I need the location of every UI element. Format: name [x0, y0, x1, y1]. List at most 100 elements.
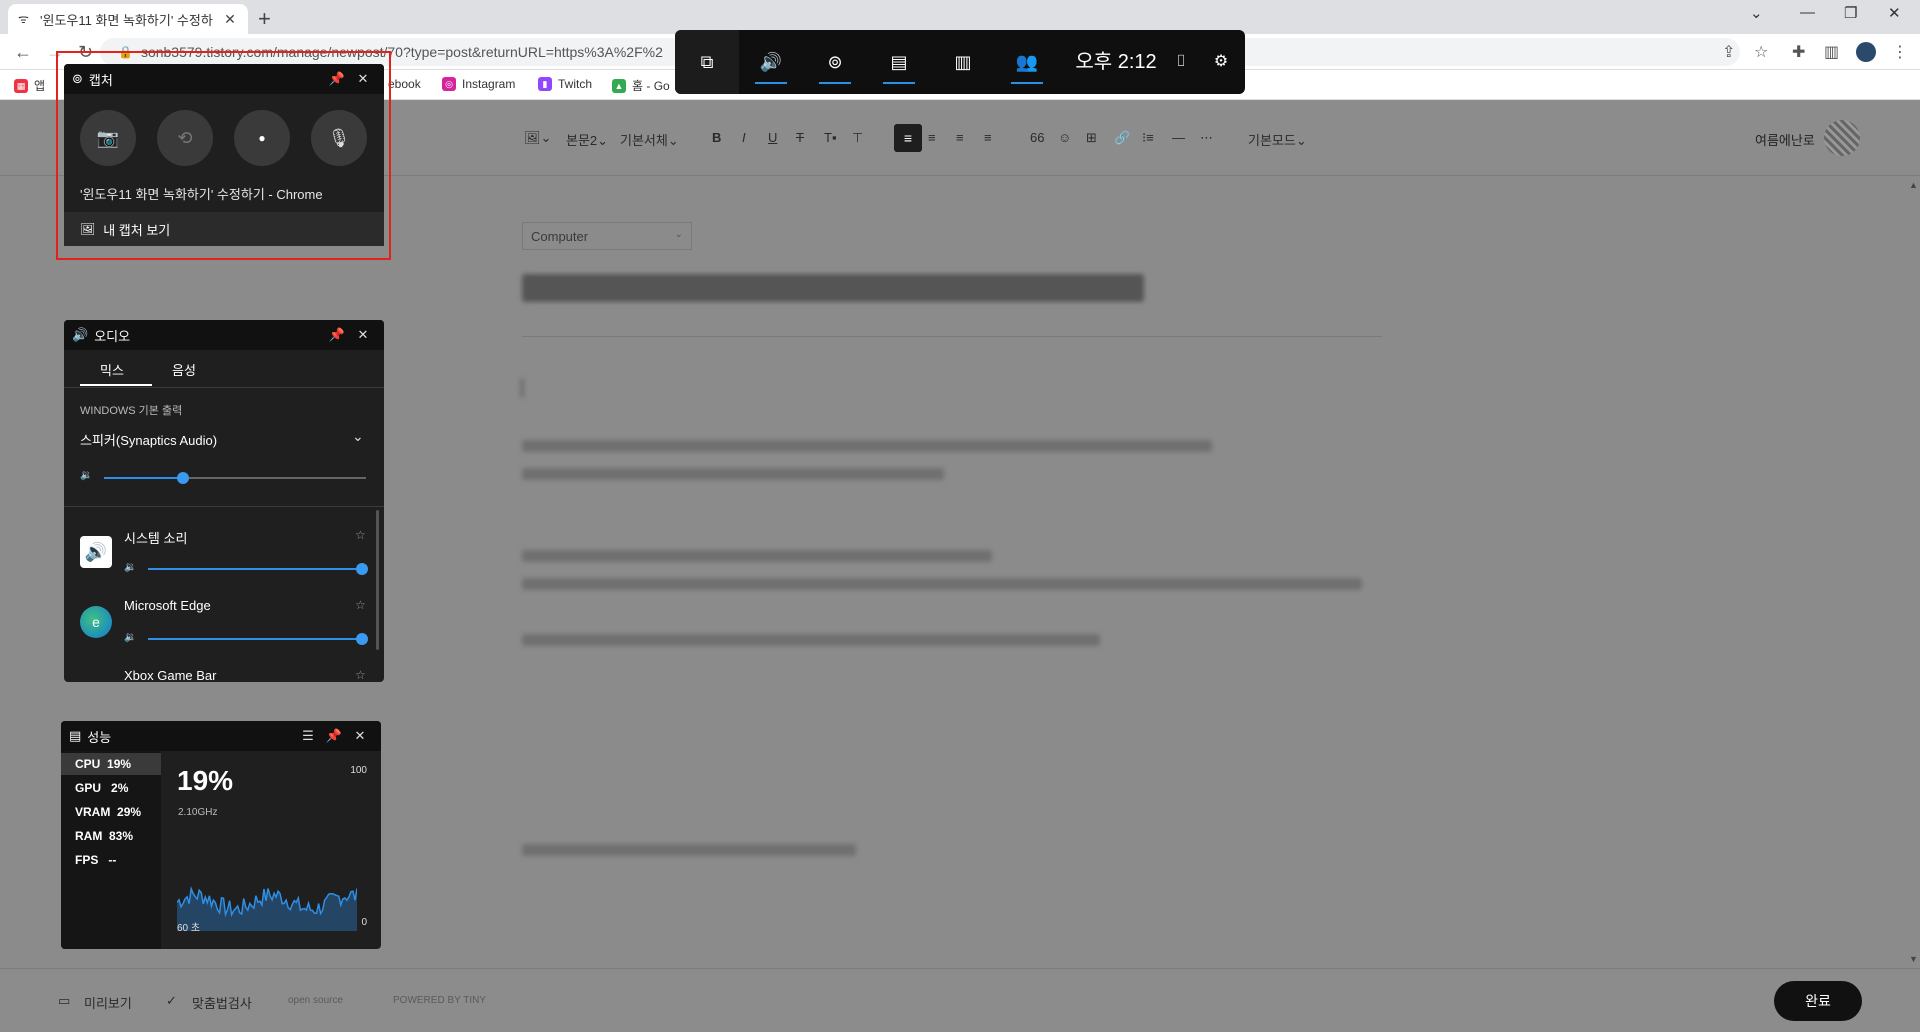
- text-background-icon[interactable]: ⊤: [852, 130, 863, 146]
- performance-widget: ▤ 성능 ☰ 📌 ✕ CPU 19% GPU 2% VRAM 29% RAM 8…: [61, 721, 381, 949]
- tab-close-icon[interactable]: ✕: [222, 11, 238, 28]
- tab-title: '윈도우11 화면 녹화하기' 수정하: [40, 12, 213, 28]
- quote-icon[interactable]: 66: [1030, 130, 1044, 145]
- output-label: WINDOWS 기본 출력: [80, 405, 183, 417]
- close-icon[interactable]: ✕: [347, 728, 373, 744]
- social-widget-toggle-icon[interactable]: 👥: [995, 30, 1059, 94]
- graph-window-label: 60 초: [177, 923, 201, 934]
- metric-gpu[interactable]: GPU 2%: [61, 777, 161, 799]
- bookmark-apps[interactable]: ▦ 앱: [14, 77, 45, 94]
- link-icon[interactable]: 🔗: [1114, 130, 1130, 146]
- tistory-icon: ᯤ: [18, 12, 29, 26]
- paragraph-style-select[interactable]: 본문2⌄: [566, 130, 608, 149]
- capture-widget-toggle-icon[interactable]: ⊚: [803, 30, 867, 94]
- master-volume-slider[interactable]: [104, 472, 366, 484]
- output-device-select[interactable]: 스피커(Synaptics Audio): [80, 430, 217, 449]
- favorite-star-icon[interactable]: ☆: [355, 668, 366, 682]
- tab-search-icon[interactable]: ⌄: [1750, 4, 1763, 22]
- spellcheck-button[interactable]: 맞춤법검사: [192, 993, 252, 1012]
- bookmark-google[interactable]: ▲ 홈 - Go: [612, 77, 670, 94]
- pin-icon[interactable]: 📌: [321, 728, 347, 744]
- google-drive-icon: ▲: [612, 78, 626, 93]
- app-volume-slider[interactable]: [148, 633, 368, 645]
- bookmark-facebook[interactable]: ebook: [388, 77, 421, 91]
- done-button[interactable]: 완료: [1774, 981, 1862, 1021]
- share-icon[interactable]: ⇪: [1722, 42, 1735, 62]
- tab-mix[interactable]: 믹스: [100, 360, 124, 379]
- bookmark-instagram[interactable]: ◎ Instagram: [442, 77, 515, 91]
- more-icon[interactable]: ⋯: [1200, 130, 1213, 146]
- game-bar: ⧉ 🔊 ⊚ ▤ ▥ 👥 오후 2:12 ⌷ ⚙: [675, 30, 1245, 94]
- browser-tab[interactable]: ᯤ '윈도우11 화면 녹화하기' 수정하 ✕: [8, 4, 248, 34]
- metric-fps[interactable]: FPS --: [61, 849, 161, 871]
- widget-menu-icon[interactable]: ⧉: [675, 30, 739, 94]
- instagram-icon: ◎: [442, 77, 456, 91]
- back-icon[interactable]: ←: [14, 42, 32, 63]
- bookmark-star-icon[interactable]: ☆: [1754, 42, 1768, 62]
- strikethrough-icon[interactable]: T: [796, 130, 804, 145]
- body-line-blurred: [522, 440, 1212, 452]
- list-icon[interactable]: ⁝≡: [1142, 130, 1154, 146]
- volume-icon[interactable]: 🔉: [124, 562, 136, 573]
- bold-icon[interactable]: B: [712, 130, 721, 145]
- close-window-button[interactable]: ✕: [1888, 4, 1901, 22]
- close-icon[interactable]: ✕: [350, 327, 376, 343]
- restore-button[interactable]: ❐: [1844, 4, 1857, 22]
- align-justify-icon[interactable]: ≡: [984, 130, 992, 145]
- font-select[interactable]: 기본서체⌄: [620, 130, 679, 149]
- open-source-link[interactable]: open source: [288, 995, 343, 1006]
- minimize-button[interactable]: —: [1800, 4, 1815, 21]
- bookmark-twitch[interactable]: ▮ Twitch: [538, 77, 592, 91]
- divider-icon[interactable]: —: [1172, 130, 1185, 145]
- slider-knob[interactable]: [356, 563, 368, 575]
- favorite-star-icon[interactable]: ☆: [355, 528, 366, 542]
- pin-icon[interactable]: 📌: [324, 327, 350, 343]
- metric-ram[interactable]: RAM 83%: [61, 825, 161, 847]
- metric-cpu[interactable]: CPU 19%: [61, 753, 161, 775]
- powered-by-label: POWERED BY TINY: [393, 995, 486, 1006]
- align-center-icon[interactable]: ≡: [928, 130, 936, 145]
- audio-scrollbar[interactable]: [376, 510, 379, 650]
- align-left-icon[interactable]: ≡: [894, 124, 922, 152]
- text-color-icon[interactable]: T▪: [824, 130, 837, 145]
- performance-widget-toggle-icon[interactable]: ▤: [867, 30, 931, 94]
- chevron-down-icon[interactable]: ⌄: [352, 428, 364, 445]
- app-name: Microsoft Edge: [124, 598, 211, 613]
- preview-icon: ▭: [58, 993, 71, 1008]
- table-icon[interactable]: ⊞: [1086, 130, 1097, 146]
- app-volume-slider[interactable]: [148, 563, 368, 575]
- italic-icon[interactable]: I: [742, 130, 746, 145]
- profile-avatar[interactable]: [1856, 42, 1876, 62]
- volume-icon[interactable]: 🔉: [124, 632, 136, 643]
- scroll-up-icon[interactable]: ▲: [1909, 180, 1918, 190]
- mode-select[interactable]: 기본모드⌄: [1248, 130, 1307, 149]
- emoji-icon[interactable]: ☺: [1058, 130, 1071, 145]
- resources-widget-toggle-icon[interactable]: ▥: [931, 30, 995, 94]
- new-tab-button[interactable]: +: [258, 6, 271, 32]
- settings-gear-icon[interactable]: ⚙: [1201, 30, 1241, 94]
- underline-icon[interactable]: U: [768, 130, 777, 145]
- graph-max-label: 100: [350, 765, 367, 776]
- options-sliders-icon[interactable]: ☰: [295, 728, 321, 744]
- extensions-icon[interactable]: ✚: [1792, 42, 1805, 62]
- slider-knob[interactable]: [356, 633, 368, 645]
- tab-divider: [64, 387, 384, 388]
- cpu-usage-value: 19%: [177, 765, 234, 796]
- metric-vram[interactable]: VRAM 29%: [61, 801, 161, 823]
- mouse-icon[interactable]: ⌷: [1161, 30, 1201, 94]
- side-panel-icon[interactable]: ▥: [1824, 42, 1839, 62]
- volume-icon[interactable]: 🔉: [80, 470, 92, 481]
- category-select[interactable]: Computer ⌄: [522, 222, 692, 250]
- preview-button[interactable]: 미리보기: [84, 993, 132, 1012]
- align-right-icon[interactable]: ≡: [956, 130, 964, 145]
- page-scrollbar[interactable]: ▲ ▼: [1906, 176, 1920, 968]
- body-line-blurred: [522, 634, 1100, 646]
- slider-knob[interactable]: [176, 472, 189, 484]
- scroll-down-icon[interactable]: ▼: [1909, 954, 1918, 964]
- audio-widget-toggle-icon[interactable]: 🔊: [739, 30, 803, 94]
- favorite-star-icon[interactable]: ☆: [355, 598, 366, 612]
- user-avatar[interactable]: [1824, 120, 1860, 156]
- tab-voice[interactable]: 음성: [172, 360, 196, 379]
- image-insert-icon[interactable]: 🖼⌄: [524, 130, 551, 146]
- menu-icon[interactable]: ⋮: [1892, 42, 1908, 62]
